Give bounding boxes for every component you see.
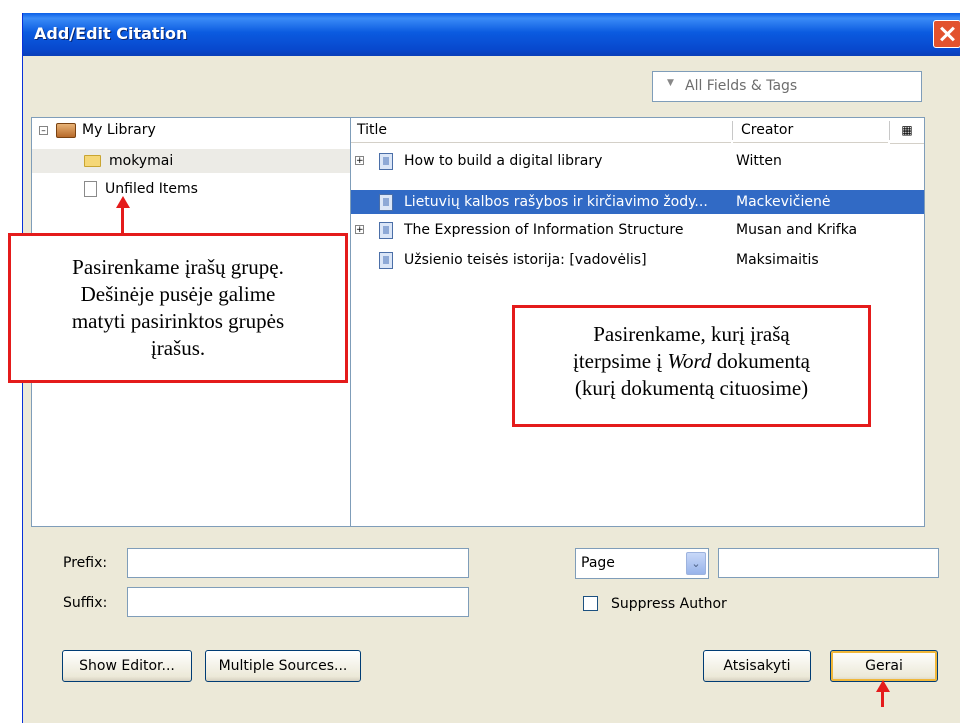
callout-line: įrašus. (150, 336, 206, 360)
row-title: The Expression of Information Structure (404, 222, 684, 238)
table-row[interactable]: + The Expression of Information Structur… (351, 218, 924, 242)
book-icon (379, 194, 393, 211)
book-icon (379, 153, 393, 170)
callout-line: (kurį dokumentą cituosime) (574, 376, 809, 400)
callout-text: įterpsime į (572, 349, 668, 373)
document-icon (84, 181, 97, 197)
search-placeholder: All Fields & Tags (685, 78, 798, 94)
suffix-label: Suffix: (63, 595, 108, 611)
table-row[interactable]: Užsienio teisės istorija: [vadovėlis] Ma… (351, 248, 924, 272)
callout-line: Pasirenkame įrašų grupę. (72, 255, 284, 279)
tree-selection-highlight (32, 149, 350, 173)
callout-line: Dešinėje pusėje galime (80, 282, 276, 306)
suppress-author-checkbox[interactable] (583, 596, 598, 611)
row-title: Lietuvių kalbos rašybos ir kirčiavimo žo… (404, 194, 708, 210)
expand-icon[interactable]: + (355, 225, 364, 235)
title-bar[interactable]: Add/Edit Citation (23, 13, 960, 56)
show-editor-button[interactable]: Show Editor... (62, 650, 192, 682)
tree-item-mokymai[interactable]: mokymai (84, 150, 173, 172)
locator-select[interactable]: Page ⌄ (575, 548, 709, 579)
column-header-title[interactable]: Title (351, 118, 731, 143)
callout-emphasis: Word (667, 349, 712, 373)
ok-button[interactable]: Gerai (830, 650, 938, 682)
locator-input[interactable] (718, 548, 939, 578)
callout-line: Pasirenkame, kurį įrašą (593, 322, 790, 346)
cancel-button[interactable]: Atsisakyti (703, 650, 811, 682)
close-icon[interactable] (933, 20, 960, 48)
row-creator: Witten (736, 153, 782, 169)
row-title: Užsienio teisės istorija: [vadovėlis] (404, 252, 647, 268)
right-annotation-callout: Pasirenkame, kurį įrašą įterpsime į Word… (512, 305, 871, 427)
left-annotation-callout: Pasirenkame įrašų grupę. Dešinėje pusėje… (8, 233, 348, 383)
callout-line: matyti pasirinktos grupės (71, 309, 285, 333)
dropdown-arrow-icon[interactable]: ▼ (667, 78, 674, 88)
row-creator: Musan and Krifka (736, 222, 858, 238)
tree-item-label: mokymai (109, 153, 174, 169)
callout-text: dokumentą (711, 349, 810, 373)
column-header-creator[interactable]: Creator (733, 118, 888, 143)
table-row[interactable]: Lietuvių kalbos rašybos ir kirčiavimo žo… (351, 190, 924, 214)
expand-icon[interactable]: + (355, 156, 364, 166)
search-input[interactable]: ▼ All Fields & Tags (652, 71, 922, 102)
collapse-icon[interactable]: – (39, 126, 48, 136)
column-picker-icon[interactable]: ▦ (890, 118, 924, 144)
tree-item-my-library[interactable]: My Library (56, 119, 156, 141)
annotation-arrow (881, 690, 884, 707)
row-creator: Maksimaitis (736, 252, 819, 268)
window-title: Add/Edit Citation (34, 24, 188, 43)
suffix-input[interactable] (127, 587, 469, 617)
row-creator: Mackevičienė (736, 194, 831, 210)
chevron-down-icon[interactable]: ⌄ (686, 552, 706, 575)
prefix-input[interactable] (127, 548, 469, 578)
book-icon (379, 252, 393, 269)
folder-icon (84, 155, 101, 167)
suppress-author-label[interactable]: Suppress Author (611, 596, 727, 612)
tree-item-label: Unfiled Items (105, 181, 198, 197)
tree-item-label: My Library (82, 122, 156, 138)
tree-item-unfiled-items[interactable]: Unfiled Items (84, 178, 198, 200)
row-title: How to build a digital library (404, 153, 603, 169)
table-row[interactable]: + How to build a digital library Witten (351, 149, 924, 173)
library-icon (56, 122, 76, 138)
callout-line: įterpsime į Word dokumentą (515, 348, 868, 375)
annotation-arrow (121, 207, 124, 235)
locator-selected-value: Page (581, 555, 615, 571)
book-icon (379, 222, 393, 239)
multiple-sources-button[interactable]: Multiple Sources... (205, 650, 361, 682)
prefix-label: Prefix: (63, 555, 108, 571)
